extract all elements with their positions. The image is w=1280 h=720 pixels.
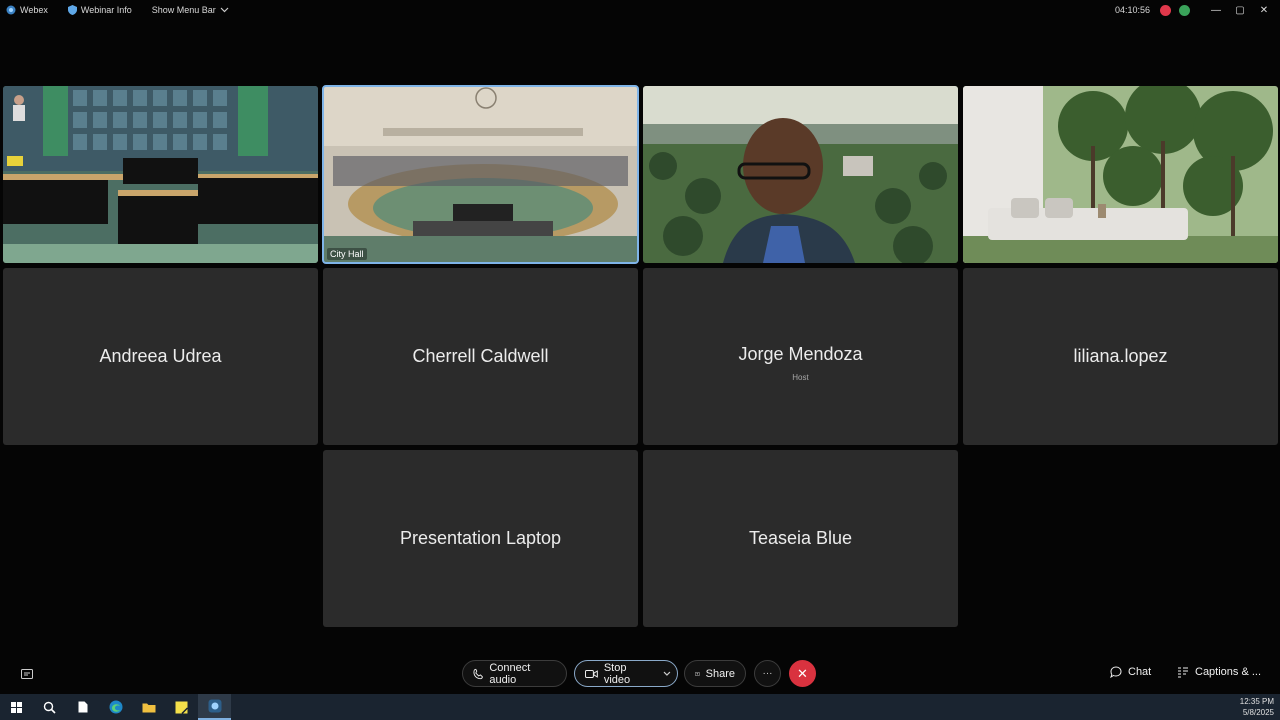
meeting-timer: 04:10:56 bbox=[1114, 5, 1150, 15]
participant-tile[interactable]: Teaseia Blue bbox=[643, 450, 958, 627]
participant-tile[interactable]: Jorge Mendoza Host bbox=[643, 268, 958, 445]
council-chamber-video bbox=[3, 86, 318, 263]
webinar-info-button[interactable]: Webinar Info bbox=[67, 5, 132, 15]
participant-name: Andreea Udrea bbox=[99, 346, 222, 366]
taskbar-edge-browser[interactable] bbox=[99, 694, 132, 720]
show-menu-bar-label: Show Menu Bar bbox=[151, 5, 216, 15]
webex-logo-icon bbox=[208, 699, 221, 713]
audio-connect-icon bbox=[473, 668, 483, 679]
share-button[interactable]: Share bbox=[684, 660, 746, 687]
webex-logo-icon bbox=[6, 5, 16, 15]
close-icon[interactable]: ✕ bbox=[1256, 5, 1272, 16]
participant-tile[interactable]: Andreea Udrea bbox=[3, 268, 318, 445]
connect-audio-label: Connect audio bbox=[489, 661, 531, 686]
start-button[interactable] bbox=[0, 694, 33, 720]
captions-icon bbox=[1178, 667, 1188, 678]
document-icon bbox=[78, 701, 87, 713]
windows-taskbar: 12:35 PM 5/8/2025 bbox=[0, 694, 1280, 720]
taskbar-webex[interactable] bbox=[198, 694, 231, 720]
participant-tile[interactable]: liliana.lopez bbox=[963, 268, 1278, 445]
video-camera-icon bbox=[585, 669, 598, 678]
participant-name: Teaseia Blue bbox=[748, 528, 853, 548]
video-tile-host-camera[interactable] bbox=[643, 86, 958, 263]
folder-icon bbox=[142, 703, 155, 712]
participant-name: Presentation Laptop bbox=[399, 528, 562, 548]
recording-icon[interactable] bbox=[1160, 4, 1171, 16]
title-bar-right: 04:10:56 — ▢ ✕ bbox=[1115, 0, 1280, 20]
sticky-notes-icon bbox=[175, 701, 188, 714]
chat-label: Chat bbox=[1128, 666, 1152, 678]
windows-logo-icon bbox=[11, 701, 22, 713]
city-hall-video bbox=[323, 86, 638, 263]
minimize-icon[interactable]: — bbox=[1208, 5, 1224, 16]
participant-name: Jorge Mendoza bbox=[738, 343, 863, 364]
host-camera-video bbox=[643, 86, 958, 263]
connection-status-icon[interactable] bbox=[1179, 4, 1190, 16]
participant-name: Cherrell Caldwell bbox=[412, 346, 549, 366]
participant-name: liliana.lopez bbox=[1073, 346, 1168, 366]
layout-button[interactable] bbox=[13, 660, 40, 687]
stop-video-button[interactable]: Stop video bbox=[574, 660, 678, 687]
webex-menu[interactable]: Webex bbox=[6, 5, 48, 15]
meeting-controls: Connect audio Stop video Share ··· ✕ Cha… bbox=[0, 657, 1280, 691]
taskbar-file-app[interactable] bbox=[66, 694, 99, 720]
search-icon bbox=[43, 701, 56, 714]
video-label-city-hall: City Hall bbox=[327, 248, 367, 260]
leave-icon: ✕ bbox=[797, 665, 808, 681]
chat-bubble-icon bbox=[1110, 666, 1122, 678]
leave-meeting-button[interactable]: ✕ bbox=[789, 660, 816, 687]
connect-audio-button[interactable]: Connect audio bbox=[462, 660, 567, 687]
stop-video-label: Stop video bbox=[603, 661, 631, 686]
participant-role: Host bbox=[792, 372, 809, 382]
video-tile-virtual-background[interactable] bbox=[963, 86, 1278, 263]
participant-tile[interactable]: Cherrell Caldwell bbox=[323, 268, 638, 445]
virtual-background-video bbox=[963, 86, 1278, 263]
taskbar-sticky-notes[interactable] bbox=[165, 694, 198, 720]
share-label: Share bbox=[705, 667, 735, 680]
clock-time: 12:35 PM bbox=[1239, 697, 1274, 706]
chevron-down-icon bbox=[220, 7, 229, 13]
share-icon bbox=[695, 671, 700, 676]
app-name: Webex bbox=[20, 5, 48, 15]
captions-button[interactable]: Captions & ... bbox=[1177, 666, 1261, 678]
more-options-icon: ··· bbox=[762, 668, 773, 679]
layout-icon bbox=[20, 668, 33, 679]
video-tile-council-chamber[interactable] bbox=[3, 86, 318, 263]
video-tile-city-hall[interactable]: City Hall bbox=[322, 85, 639, 264]
maximize-icon[interactable]: ▢ bbox=[1232, 5, 1248, 16]
taskbar-file-explorer[interactable] bbox=[132, 694, 165, 720]
captions-label: Captions & ... bbox=[1195, 666, 1262, 678]
participant-tile[interactable]: Presentation Laptop bbox=[323, 450, 638, 627]
more-options-button[interactable]: ··· bbox=[754, 660, 781, 687]
taskbar-search-button[interactable] bbox=[33, 694, 66, 720]
show-menu-bar-button[interactable]: Show Menu Bar bbox=[152, 5, 229, 15]
title-bar: Webex Webinar Info Show Menu Bar 04:10:5… bbox=[0, 0, 1280, 20]
shield-icon bbox=[67, 5, 77, 15]
edge-browser-icon bbox=[109, 700, 122, 714]
webinar-info-label: Webinar Info bbox=[80, 5, 132, 15]
system-clock[interactable]: 12:35 PM 5/8/2025 bbox=[1240, 696, 1274, 718]
clock-date: 5/8/2025 bbox=[1242, 708, 1274, 717]
chat-button[interactable]: Chat bbox=[1110, 666, 1151, 678]
chevron-down-icon[interactable] bbox=[663, 671, 671, 677]
